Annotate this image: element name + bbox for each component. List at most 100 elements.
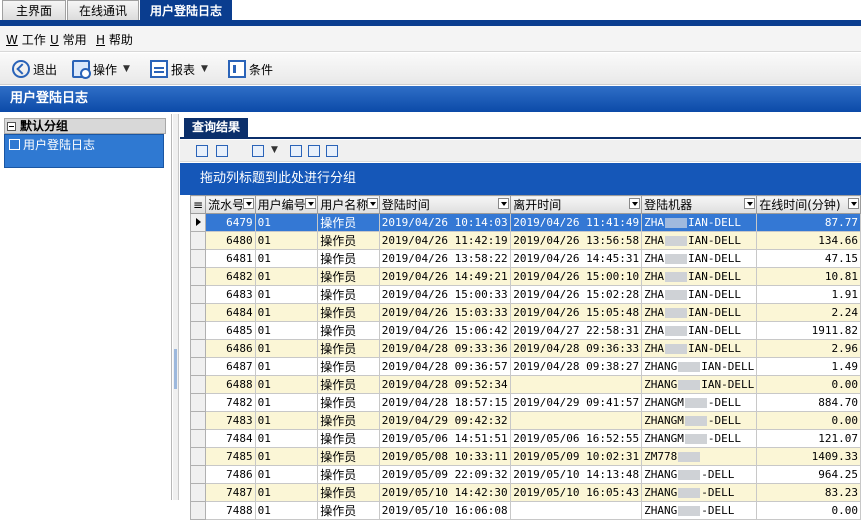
group-item-user-login-log[interactable]: 用户登陆日志 bbox=[4, 134, 164, 168]
collapse-icon[interactable] bbox=[7, 122, 16, 131]
cell-online-minutes[interactable]: 0.00 bbox=[756, 501, 861, 520]
cell-logout-time[interactable] bbox=[510, 501, 643, 520]
row-indicator[interactable] bbox=[189, 231, 207, 250]
cell-machine[interactable]: ZHANG IAN-DELL bbox=[641, 357, 758, 376]
cell-id[interactable]: 6483 bbox=[205, 285, 256, 304]
cell-login-time[interactable]: 2019/05/09 22:09:32 bbox=[378, 465, 512, 484]
cell-machine[interactable]: ZHA IAN-DELL bbox=[641, 339, 758, 358]
row-indicator[interactable] bbox=[189, 285, 207, 304]
row-indicator[interactable] bbox=[189, 321, 207, 340]
cell-id[interactable]: 7485 bbox=[205, 447, 256, 466]
table-row[interactable]: 6483 01 操作员 2019/04/26 15:00:33 2019/04/26 1… bbox=[189, 285, 861, 304]
splitter-grip[interactable] bbox=[174, 349, 177, 389]
menu-help[interactable]: H 帮助 bbox=[96, 31, 133, 48]
cell-logout-time[interactable]: 2019/04/26 15:05:48 bbox=[510, 303, 643, 322]
column-header-logout-time[interactable]: 离开时间 bbox=[510, 195, 643, 214]
cell-login-time[interactable]: 2019/04/26 15:03:33 bbox=[378, 303, 512, 322]
column-header-login-time[interactable]: 登陆时间 bbox=[378, 195, 512, 214]
cell-logout-time[interactable]: 2019/04/29 09:41:57 bbox=[510, 393, 643, 412]
cell-machine[interactable]: ZHA IAN-DELL bbox=[641, 231, 758, 250]
row-indicator[interactable] bbox=[189, 393, 207, 412]
row-indicator[interactable] bbox=[189, 501, 207, 520]
row-indicator[interactable] bbox=[189, 357, 207, 376]
cell-machine[interactable]: ZHANG -DELL bbox=[641, 483, 758, 502]
cell-machine[interactable]: ZHANG -DELL bbox=[641, 465, 758, 484]
cell-logout-time[interactable]: 2019/04/26 13:56:58 bbox=[510, 231, 643, 250]
cell-online-minutes[interactable]: 1409.33 bbox=[756, 447, 861, 466]
cell-online-minutes[interactable]: 964.25 bbox=[756, 465, 861, 484]
cell-user-id[interactable]: 01 bbox=[254, 429, 319, 448]
table-row[interactable]: 6482 01 操作员 2019/04/26 14:49:21 2019/04/26 1… bbox=[189, 267, 861, 286]
menu-common[interactable]: U 常用 bbox=[50, 31, 87, 48]
cell-user-id[interactable]: 01 bbox=[254, 213, 319, 232]
cell-online-minutes[interactable]: 134.66 bbox=[756, 231, 861, 250]
cell-online-minutes[interactable]: 0.00 bbox=[756, 375, 861, 394]
cell-machine[interactable]: ZHANGM -DELL bbox=[641, 411, 758, 430]
row-indicator[interactable] bbox=[189, 429, 207, 448]
cell-id[interactable]: 6488 bbox=[205, 375, 256, 394]
cell-logout-time[interactable]: 2019/05/06 16:52:55 bbox=[510, 429, 643, 448]
tab-user-login-log[interactable]: 用户登陆日志 bbox=[140, 0, 232, 20]
cell-login-time[interactable]: 2019/05/08 10:33:11 bbox=[378, 447, 512, 466]
cell-online-minutes[interactable]: 47.15 bbox=[756, 249, 861, 268]
table-row[interactable]: 7485 01 操作员 2019/05/08 10:33:11 2019/05/09 1… bbox=[189, 447, 861, 466]
cell-user-name[interactable]: 操作员 bbox=[317, 429, 380, 448]
cell-logout-time[interactable]: 2019/05/10 14:13:48 bbox=[510, 465, 643, 484]
cell-user-id[interactable]: 01 bbox=[254, 375, 319, 394]
row-indicator[interactable] bbox=[189, 375, 207, 394]
cell-user-id[interactable]: 01 bbox=[254, 321, 319, 340]
column-header-online-minutes[interactable]: 在线时间(分钟) bbox=[756, 195, 861, 214]
cell-user-name[interactable]: 操作员 bbox=[317, 213, 380, 232]
tab-online-chat[interactable]: 在线通讯 bbox=[67, 0, 139, 20]
tab-main[interactable]: 主界面 bbox=[2, 0, 66, 20]
cell-id[interactable]: 7486 bbox=[205, 465, 256, 484]
cell-machine[interactable]: ZHA IAN-DELL bbox=[641, 249, 758, 268]
cell-user-name[interactable]: 操作员 bbox=[317, 465, 380, 484]
row-indicator[interactable] bbox=[189, 213, 207, 232]
cell-user-id[interactable]: 01 bbox=[254, 393, 319, 412]
cell-user-name[interactable]: 操作员 bbox=[317, 321, 380, 340]
row-indicator[interactable] bbox=[189, 249, 207, 268]
table-row[interactable]: 6486 01 操作员 2019/04/28 09:33:36 2019/04/28 0… bbox=[189, 339, 861, 358]
cell-user-name[interactable]: 操作员 bbox=[317, 483, 380, 502]
cell-online-minutes[interactable]: 1.49 bbox=[756, 357, 861, 376]
cell-logout-time[interactable]: 2019/04/26 15:00:10 bbox=[510, 267, 643, 286]
table-row[interactable]: 7483 01 操作员 2019/04/29 09:42:32 ZHANGM -DELL 0… bbox=[189, 411, 861, 430]
cell-logout-time[interactable]: 2019/05/09 10:02:31 bbox=[510, 447, 643, 466]
cell-user-name[interactable]: 操作员 bbox=[317, 285, 380, 304]
column-header-id[interactable]: 流水号 bbox=[205, 195, 256, 214]
cell-online-minutes[interactable]: 1911.82 bbox=[756, 321, 861, 340]
cell-machine[interactable]: ZHANGM -DELL bbox=[641, 429, 758, 448]
filter-dropdown-icon[interactable] bbox=[498, 198, 510, 209]
cell-login-time[interactable]: 2019/04/28 09:36:57 bbox=[378, 357, 512, 376]
cell-machine[interactable]: ZHANGM -DELL bbox=[641, 393, 758, 412]
column-header-machine[interactable]: 登陆机器 bbox=[641, 195, 758, 214]
table-row[interactable]: 6480 01 操作员 2019/04/26 11:42:19 2019/04/26 1… bbox=[189, 231, 861, 250]
filter-dropdown-icon[interactable] bbox=[366, 198, 378, 209]
cell-user-id[interactable]: 01 bbox=[254, 303, 319, 322]
condition-button[interactable]: 条件 bbox=[228, 58, 273, 80]
cell-login-time[interactable]: 2019/05/06 14:51:51 bbox=[378, 429, 512, 448]
cell-login-time[interactable]: 2019/04/26 15:06:42 bbox=[378, 321, 512, 340]
settings-icon[interactable] bbox=[326, 145, 338, 157]
cell-user-id[interactable]: 01 bbox=[254, 501, 319, 520]
print-icon[interactable] bbox=[308, 145, 320, 157]
cell-online-minutes[interactable]: 121.07 bbox=[756, 429, 861, 448]
collapse-all-icon[interactable] bbox=[216, 145, 228, 157]
table-row[interactable]: 6481 01 操作员 2019/04/26 13:58:22 2019/04/26 1… bbox=[189, 249, 861, 268]
group-by-area[interactable]: 拖动列标题到此处进行分组 bbox=[180, 163, 861, 195]
cell-logout-time[interactable]: 2019/04/26 15:02:28 bbox=[510, 285, 643, 304]
export-icon[interactable] bbox=[252, 145, 264, 157]
cell-user-name[interactable]: 操作员 bbox=[317, 447, 380, 466]
cell-online-minutes[interactable]: 1.91 bbox=[756, 285, 861, 304]
header-menu-icon[interactable]: ≡ bbox=[189, 195, 207, 214]
cell-id[interactable]: 6480 bbox=[205, 231, 256, 250]
table-row[interactable]: 7484 01 操作员 2019/05/06 14:51:51 2019/05/06 1… bbox=[189, 429, 861, 448]
cell-logout-time[interactable]: 2019/04/26 14:45:31 bbox=[510, 249, 643, 268]
cell-id[interactable]: 7484 bbox=[205, 429, 256, 448]
cell-id[interactable]: 6485 bbox=[205, 321, 256, 340]
cell-id[interactable]: 7487 bbox=[205, 483, 256, 502]
cell-user-id[interactable]: 01 bbox=[254, 483, 319, 502]
cell-user-id[interactable]: 01 bbox=[254, 231, 319, 250]
report-button[interactable]: 报表 ▼ bbox=[150, 58, 208, 80]
